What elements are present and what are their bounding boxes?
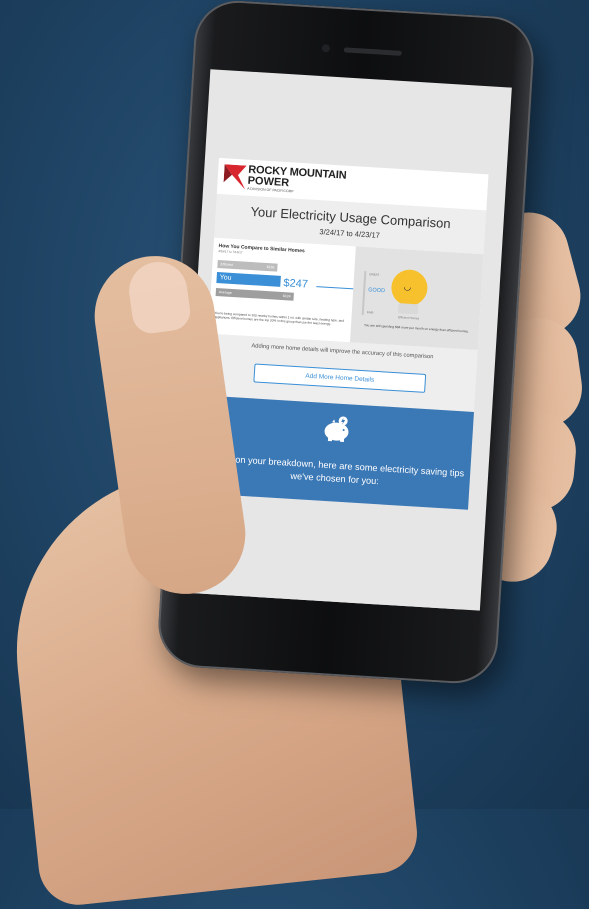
scale-bottom-label: FAIR xyxy=(366,310,374,315)
tips-text: Based on your breakdown, here are some e… xyxy=(206,452,465,486)
bar-you: You xyxy=(216,271,281,287)
smile-face-icon: ◡ xyxy=(403,281,412,292)
front-camera-icon xyxy=(321,43,331,53)
bar-label: You xyxy=(219,274,232,282)
earpiece-speaker xyxy=(343,47,402,56)
scale-top-label: GREAT xyxy=(369,272,380,277)
scale-mid-label: GOOD xyxy=(368,287,386,295)
you-amount: $247 xyxy=(283,277,309,291)
comparison-subheading: 4/16/17 to 7/16/17 xyxy=(218,249,243,255)
piggy-bank-icon xyxy=(324,416,349,443)
bar-value: $165 xyxy=(266,265,275,270)
bar-average: Average $324 xyxy=(215,287,294,301)
bar-value: $324 xyxy=(282,294,291,299)
bar-label: Efficient xyxy=(220,262,234,267)
rocky-mountain-power-logo-icon xyxy=(223,164,247,190)
comparison-description: You're being compared to 100 nearby home… xyxy=(214,310,345,327)
bar-label: Average xyxy=(218,290,232,295)
comparison-chart: How You Compare to Similar Homes 4/16/17… xyxy=(208,237,354,343)
add-home-details-button[interactable]: Add More Home Details xyxy=(253,363,427,393)
bar-efficient: Efficient $165 xyxy=(217,260,278,272)
comparison-panel: How You Compare to Similar Homes 4/16/17… xyxy=(208,237,484,351)
bulb-base xyxy=(397,303,419,315)
